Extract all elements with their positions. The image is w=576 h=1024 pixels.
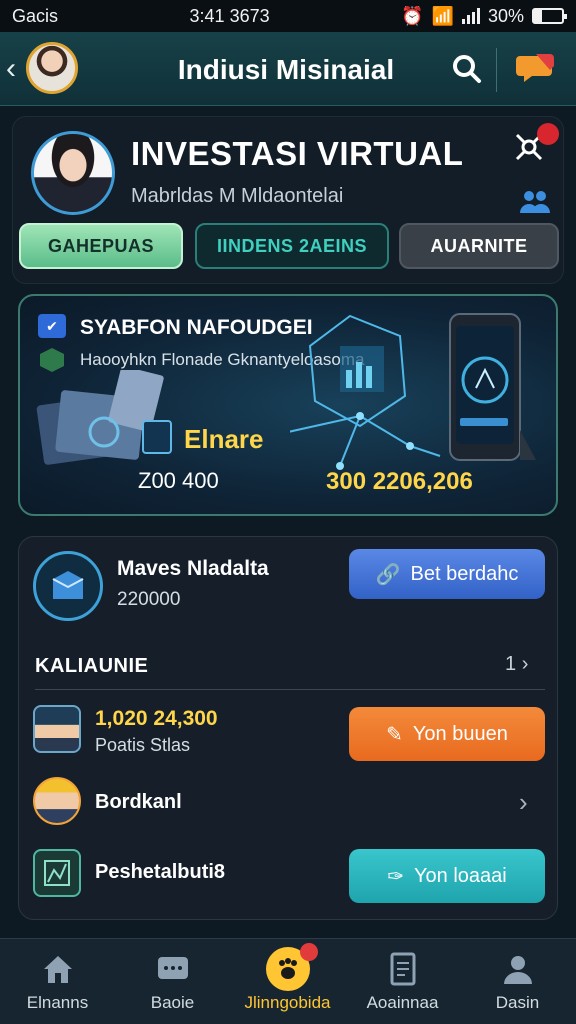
carrier-label: Gacis	[12, 5, 59, 26]
search-icon[interactable]	[452, 54, 482, 89]
phone-icon	[449, 313, 536, 461]
wallet-value: 220000	[117, 589, 181, 610]
section-more[interactable]: 1 ›	[505, 653, 528, 676]
battery-fill	[534, 10, 543, 22]
wifi-icon: 📶	[431, 5, 454, 26]
bet-button-label: Bet berdahc	[410, 562, 519, 585]
app-header: ‹ Indiusi Misinaial	[0, 32, 576, 106]
status-indicators: ⏰ 📶 30%	[401, 5, 567, 27]
user-icon	[504, 956, 532, 984]
row-value: 1,020 24,300	[95, 707, 218, 730]
avatar[interactable]	[26, 42, 78, 94]
profile-card: INVESTASI VIRTUAL Mabrldas M Mldaontelai…	[12, 116, 564, 284]
home-icon	[44, 956, 72, 983]
users-icon[interactable]	[519, 187, 551, 220]
clock: 3:41 3673	[189, 5, 270, 26]
profile-avatar[interactable]	[31, 131, 115, 215]
message-icon	[158, 957, 188, 979]
status-bar: Gacis 3:41 3673 ⏰ 📶 30%	[0, 0, 576, 32]
row-label: Poatis Stlas	[95, 735, 191, 755]
hero-banner[interactable]: ✔ SYABFON NAFOUDGEI Haooyhkn Flonade Gkn…	[18, 294, 558, 516]
section-more-label: 1	[505, 653, 517, 675]
hero-left-value: Z00 400	[138, 468, 219, 493]
bottom-nav: Elnanns Baoie Jlinngobida Aoainnaa Dasin	[0, 938, 576, 1024]
network-graph-icon	[290, 314, 441, 470]
nav-item-center[interactable]: Jlinngobida	[230, 939, 345, 1024]
tab-gaheruas[interactable]: GAHEPUAS	[19, 223, 183, 269]
orange-action-button[interactable]: ✎ Yon buuen	[349, 707, 545, 761]
link-icon: 🔗	[375, 563, 401, 586]
teal-action-label: Yon loaaai	[414, 864, 507, 887]
nav-label: Elnanns	[26, 993, 89, 1012]
hero-title: SYABFON NAFOUDGEI	[80, 316, 313, 339]
signal-icon	[461, 8, 480, 24]
section-title: KALIAUNIE	[35, 655, 149, 677]
header-divider	[496, 48, 497, 92]
tab-iindens[interactable]: IINDENS 2AEINS	[195, 223, 389, 269]
alarm-icon: ⏰	[401, 5, 424, 26]
teal-action-button[interactable]: ✑ Yon loaaai	[349, 849, 545, 903]
row-avatar[interactable]	[33, 705, 81, 753]
lower-panel: Maves Nladalta 220000 🔗 Bet berdahc KALI…	[18, 536, 558, 920]
leaf-icon: ✑	[387, 865, 405, 888]
nav-label: Dasin	[495, 993, 540, 1012]
divider	[35, 689, 545, 690]
checklist-icon: ✔	[38, 314, 66, 338]
row-label: Peshetalbuti8	[95, 861, 226, 883]
back-icon[interactable]: ‹	[6, 52, 16, 86]
profile-title: INVESTASI VIRTUAL	[131, 135, 464, 172]
profile-subtitle: Mabrldas M Mldaontelai	[131, 185, 344, 207]
row-icon[interactable]	[33, 849, 81, 897]
nav-item-messages[interactable]: Baoie	[115, 939, 230, 1024]
nav-badge	[300, 943, 318, 961]
chat-icon[interactable]	[516, 50, 556, 89]
chart-box-icon	[44, 860, 70, 886]
row-label: Bordkanl	[95, 791, 182, 813]
nav-item-home[interactable]: Elnanns	[0, 939, 115, 1024]
document-icon	[390, 952, 416, 986]
hexagon-icon	[40, 348, 64, 372]
pencil-icon: ✎	[386, 723, 403, 746]
nav-label: Baoie	[150, 993, 195, 1012]
wallet-label: Maves Nladalta	[117, 557, 269, 580]
page-title: Indiusi Misinaial	[177, 54, 395, 85]
hero-right-value: 300 2206,206	[326, 468, 473, 495]
hero-badge-label: Elnare	[184, 424, 264, 454]
nav-item-documents[interactable]: Aoainnaa	[345, 939, 460, 1024]
chevron-right-icon[interactable]: ›	[519, 787, 528, 818]
nav-item-profile[interactable]: Dasin	[460, 939, 575, 1024]
row-avatar[interactable]	[33, 777, 81, 825]
tab-auarnite[interactable]: AUARNITE	[399, 223, 559, 269]
chevron-right-icon: ›	[521, 653, 529, 675]
nav-label: Aoainnaa	[366, 993, 439, 1012]
bet-button[interactable]: 🔗 Bet berdahc	[349, 549, 545, 599]
battery-percent: 30%	[487, 5, 524, 26]
badge-icon	[142, 420, 172, 454]
battery-icon	[532, 8, 567, 24]
wallet-icon	[33, 551, 103, 621]
notification-badge	[537, 123, 559, 145]
orange-action-label: Yon buuen	[412, 722, 508, 745]
nav-label: Jlinngobida	[244, 993, 331, 1012]
